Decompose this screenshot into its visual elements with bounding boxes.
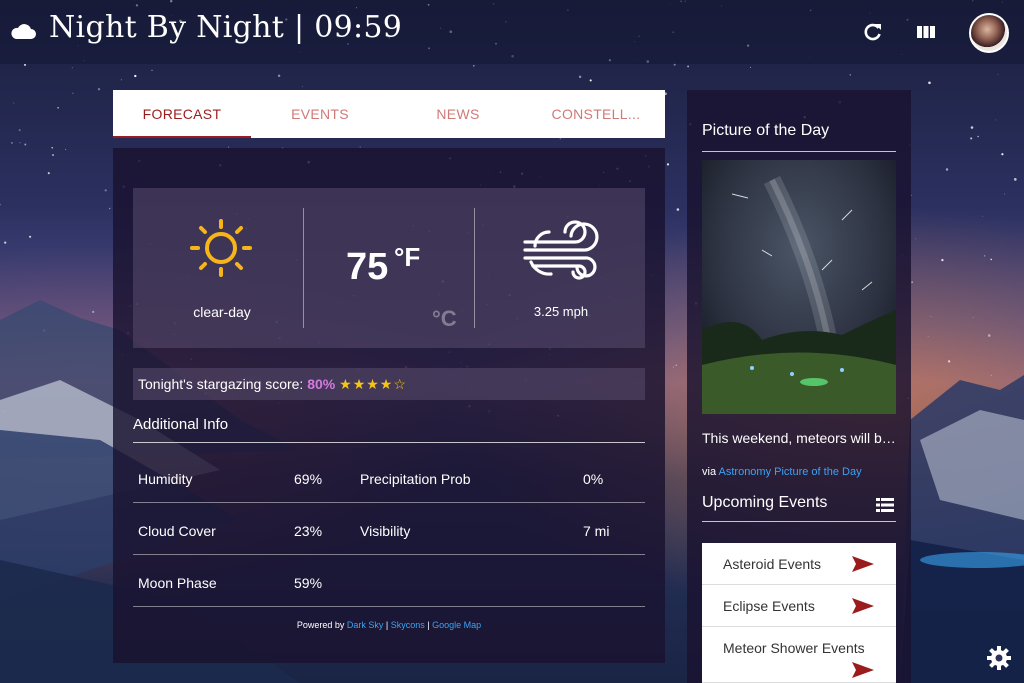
list-icon[interactable] <box>876 498 894 512</box>
send-arrow-icon <box>852 662 874 678</box>
refresh-icon[interactable] <box>863 22 883 42</box>
avatar[interactable] <box>969 13 1009 53</box>
precipitation-value: 0% <box>583 471 604 487</box>
additional-info-title: Additional Info <box>133 416 645 443</box>
app-header: Night By Night | 09:59 <box>0 0 1024 64</box>
wind-speed: 3.25 mph <box>533 304 589 319</box>
score-label: Tonight's stargazing score: <box>138 376 304 392</box>
visibility-label: Visibility <box>360 523 411 539</box>
stargazing-score: Tonight's stargazing score: 80% ★★★★☆ <box>133 368 645 400</box>
condition-label: clear-day <box>193 304 251 320</box>
event-label: Eclipse Events <box>723 598 815 614</box>
visibility-value: 7 mi <box>583 523 610 539</box>
moon-phase-value: 59% <box>294 575 323 591</box>
humidity-label: Humidity <box>138 471 193 487</box>
events-title-label: Upcoming Events <box>702 494 828 511</box>
cloud-cover-label: Cloud Cover <box>138 523 216 539</box>
sidebar-panel: Picture of the Day This weekend, meteors… <box>687 90 911 683</box>
potd-image[interactable] <box>702 160 896 414</box>
temperature-value: 75 <box>346 246 389 288</box>
via-label: via <box>702 466 717 478</box>
potd-title: Picture of the Day <box>702 122 896 152</box>
events-title: Upcoming Events <box>702 494 896 522</box>
condition-column: clear-day <box>133 188 303 348</box>
send-arrow-icon <box>852 598 874 614</box>
event-meteor-shower[interactable]: Meteor Shower Events <box>702 627 896 683</box>
columns-icon[interactable] <box>916 22 936 42</box>
potd-source: via Astronomy Picture of the Day <box>702 466 862 478</box>
google-map-link[interactable]: Google Map <box>432 620 481 630</box>
tab-events[interactable]: EVENTS <box>251 90 389 138</box>
star-rating: ★★★★☆ <box>339 376 407 392</box>
wind-icon <box>523 220 599 280</box>
separator: | <box>427 620 430 630</box>
event-label: Asteroid Events <box>723 556 822 572</box>
cloud-icon <box>11 24 36 39</box>
app-title: Night By Night | 09:59 <box>49 10 403 45</box>
wind-column: 3.25 mph <box>475 188 645 348</box>
sun-icon <box>190 219 252 277</box>
precipitation-label: Precipitation Prob <box>360 471 471 487</box>
info-row: Moon Phase 59% <box>133 555 645 607</box>
cloud-cover-value: 23% <box>294 523 323 539</box>
tab-constellations[interactable]: CONSTELL... <box>527 90 665 138</box>
event-eclipse[interactable]: Eclipse Events <box>702 585 896 627</box>
tab-bar: FORECAST EVENTS NEWS CONSTELL... <box>113 90 665 138</box>
info-row: Cloud Cover 23% Visibility 7 mi <box>133 503 645 555</box>
celsius-toggle[interactable]: °C <box>432 306 457 332</box>
humidity-value: 69% <box>294 471 323 487</box>
event-label: Meteor Shower Events <box>723 640 865 656</box>
temperature-column: 75 °F °C <box>304 188 474 348</box>
fahrenheit-toggle[interactable]: °F <box>394 242 420 273</box>
event-asteroid[interactable]: Asteroid Events <box>702 543 896 585</box>
weather-summary: clear-day 75 °F °C 3.25 mph <box>133 188 645 348</box>
powered-by-label: Powered by <box>296 620 345 630</box>
separator: | <box>385 620 389 630</box>
tab-news[interactable]: NEWS <box>389 90 527 138</box>
apod-link[interactable]: Astronomy Picture of the Day <box>719 466 862 478</box>
moon-phase-label: Moon Phase <box>138 575 217 591</box>
info-row: Humidity 69% Precipitation Prob 0% <box>133 451 645 503</box>
gear-icon[interactable] <box>986 645 1012 671</box>
potd-caption: This weekend, meteors will be streaking … <box>702 430 900 446</box>
send-arrow-icon <box>852 556 874 572</box>
dark-sky-link[interactable]: Dark Sky <box>347 620 384 630</box>
powered-by: Powered by Dark Sky | Skycons | Google M… <box>113 620 665 630</box>
tab-forecast[interactable]: FORECAST <box>113 90 251 138</box>
forecast-panel: clear-day 75 °F °C 3.25 mph Tonight's st… <box>113 148 665 663</box>
skycons-link[interactable]: Skycons <box>391 620 425 630</box>
score-value: 80% <box>307 376 336 392</box>
